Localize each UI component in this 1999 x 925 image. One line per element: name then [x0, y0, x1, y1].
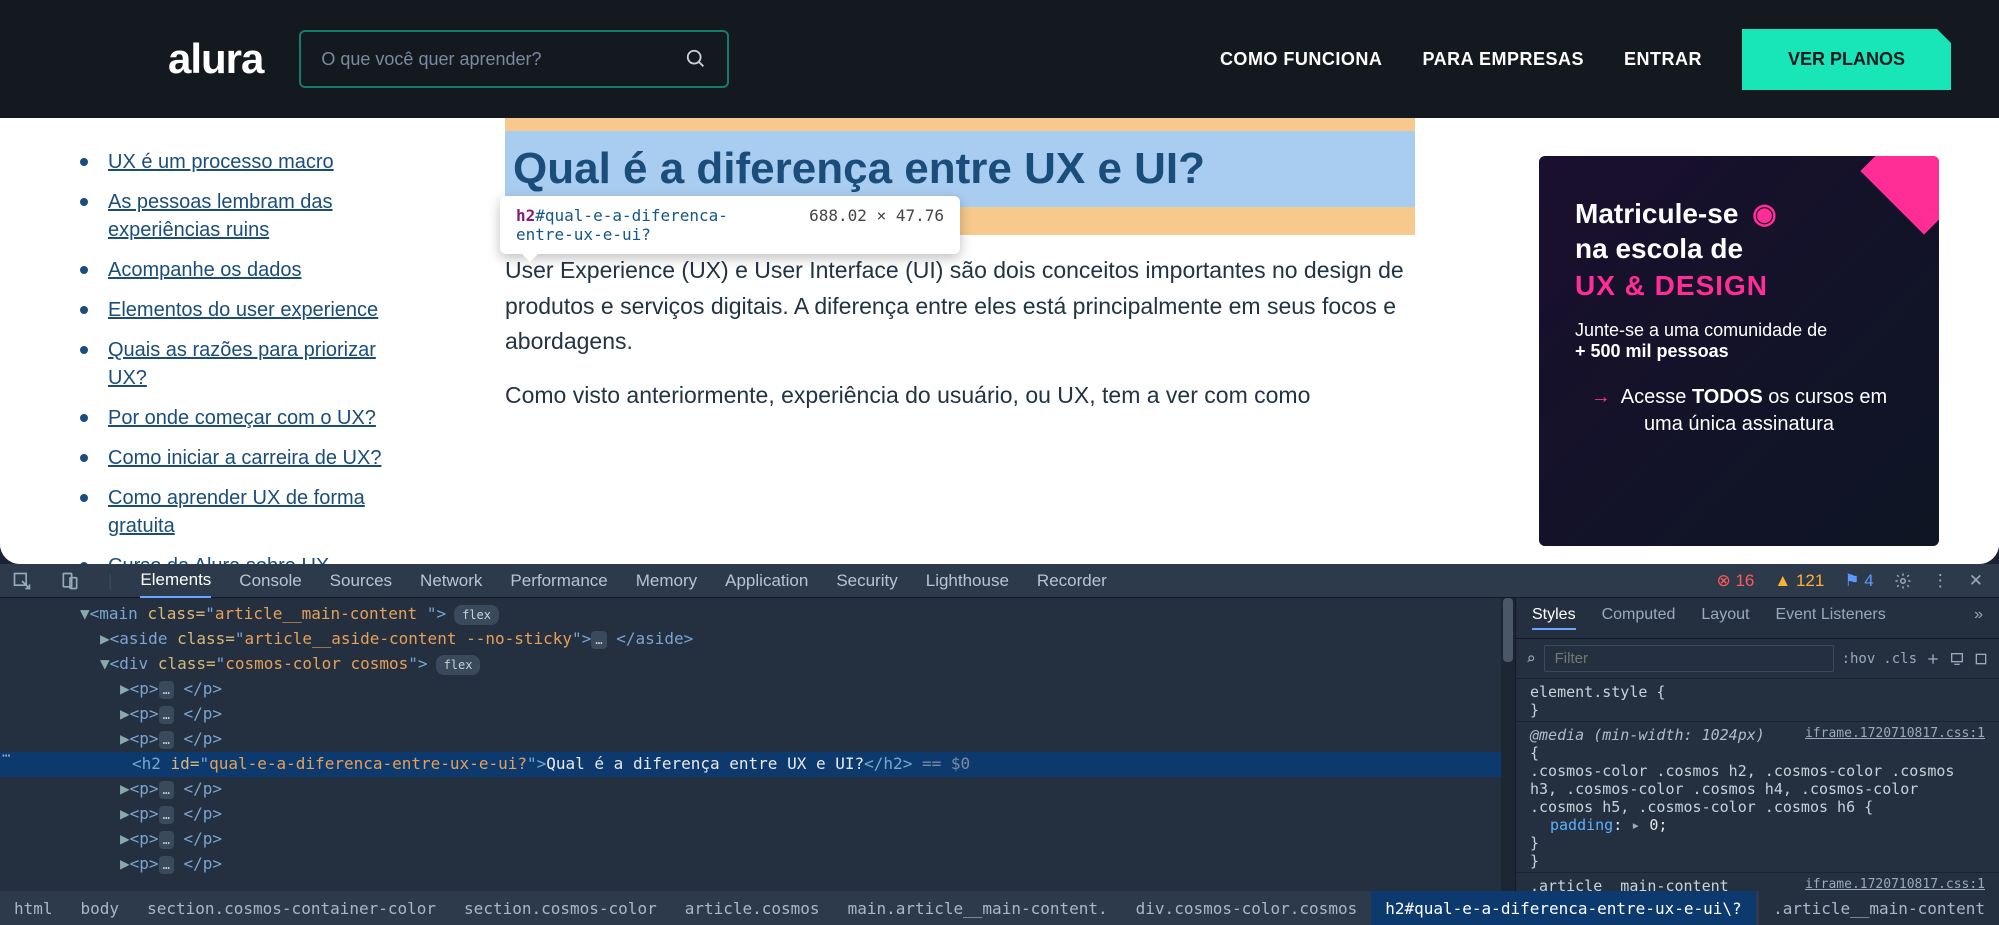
- devtools-tabbar: | Elements Console Sources Network Perfo…: [0, 564, 1999, 598]
- tab-sources[interactable]: Sources: [330, 565, 392, 597]
- inspect-element-icon[interactable]: [12, 571, 32, 591]
- tab-lighthouse[interactable]: Lighthouse: [926, 565, 1009, 597]
- breadcrumb-item[interactable]: article.cosmos: [671, 891, 834, 925]
- nav-entrar[interactable]: ENTRAR: [1624, 49, 1702, 70]
- scrollbar[interactable]: [1501, 598, 1515, 898]
- breadcrumb-item-selected[interactable]: h2#qual-e-a-diferenca-entre-ux-e-ui\?: [1371, 891, 1755, 925]
- tab-network[interactable]: Network: [420, 565, 482, 597]
- toc-item[interactable]: Por onde começar com o UX?: [80, 404, 415, 432]
- tab-computed[interactable]: Computed: [1602, 606, 1676, 630]
- tab-application[interactable]: Application: [725, 565, 808, 597]
- toc-item[interactable]: Como iniciar a carreira de UX?: [80, 444, 415, 472]
- tab-layout[interactable]: Layout: [1701, 606, 1749, 630]
- hov-toggle[interactable]: :hov: [1842, 651, 1876, 667]
- promo-line: na escola de: [1575, 231, 1903, 266]
- breadcrumb-item[interactable]: div.cosmos-color.cosmos: [1122, 891, 1372, 925]
- logo[interactable]: alura: [168, 35, 263, 83]
- scrollbar-thumb[interactable]: [1503, 598, 1513, 662]
- breadcrumb-item[interactable]: main.article__main-content.: [834, 891, 1122, 925]
- breadcrumb-item[interactable]: body: [67, 891, 134, 925]
- toc-item[interactable]: Acompanhe os dados: [80, 256, 415, 284]
- flex-badge[interactable]: flex: [454, 605, 499, 625]
- kebab-menu-icon[interactable]: ⋮: [1932, 571, 1949, 591]
- toc-item[interactable]: As pessoas lembram das experiências ruin…: [80, 188, 415, 244]
- promo-line: Matricule-se ◉: [1575, 196, 1903, 231]
- tab-console[interactable]: Console: [239, 565, 301, 597]
- tooltip-dimensions: 688.02 × 47.76: [809, 206, 944, 225]
- ver-planos-button[interactable]: VER PLANOS: [1742, 29, 1951, 90]
- toc-item[interactable]: Como aprender UX de forma gratuita: [80, 484, 415, 540]
- tab-styles[interactable]: Styles: [1532, 606, 1576, 630]
- promo-card[interactable]: Matricule-se ◉ na escola de UX & DESIGN …: [1539, 156, 1939, 546]
- table-of-contents: UX é um processo macro As pessoas lembra…: [0, 118, 445, 564]
- primary-nav: COMO FUNCIONA PARA EMPRESAS ENTRAR VER P…: [1220, 29, 1951, 90]
- article-paragraph: Como visto anteriormente, experiência do…: [505, 378, 1415, 414]
- tab-performance[interactable]: Performance: [510, 565, 607, 597]
- css-source-link[interactable]: iframe.1720710817.css:1: [1805, 877, 1985, 892]
- warnings-badge[interactable]: ▲ 121: [1774, 571, 1824, 591]
- device-icon[interactable]: [1949, 651, 1965, 667]
- selected-dom-node[interactable]: <h2 id="qual-e-a-diferenca-entre-ux-e-ui…: [0, 752, 1515, 777]
- nav-como-funciona[interactable]: COMO FUNCIONA: [1220, 49, 1383, 70]
- breadcrumb-item[interactable]: html: [0, 891, 67, 925]
- tab-security[interactable]: Security: [836, 565, 897, 597]
- promo-line: →Acesse TODOS os cursos em uma única ass…: [1575, 384, 1903, 438]
- toc-item[interactable]: Elementos do user experience: [80, 296, 415, 324]
- styles-filter-input[interactable]: [1544, 645, 1834, 672]
- search-input[interactable]: O que você quer aprender?: [299, 30, 729, 88]
- more-tabs-icon[interactable]: »: [1974, 606, 1983, 630]
- css-rule[interactable]: @media (min-width: 1024px)iframe.1720710…: [1516, 722, 1999, 873]
- search-icon: [685, 48, 707, 70]
- errors-badge[interactable]: ⊗ 16: [1716, 571, 1754, 591]
- breadcrumb-item[interactable]: section.cosmos-color: [450, 891, 671, 925]
- elements-tree[interactable]: ▼<main class="article__main-content ">fl…: [0, 598, 1515, 898]
- box-icon[interactable]: [1973, 651, 1989, 667]
- flex-badge[interactable]: flex: [436, 655, 481, 675]
- tab-elements[interactable]: Elements: [140, 564, 211, 598]
- eye-icon: ◉: [1752, 196, 1776, 231]
- tab-event-listeners[interactable]: Event Listeners: [1775, 606, 1885, 630]
- promo-line: Junte-se a uma comunidade de+ 500 mil pe…: [1575, 320, 1903, 362]
- search-placeholder: O que você quer aprender?: [321, 49, 685, 70]
- element-inspect-tooltip: h2#qual-e-a-diferenca-entre-ux-e-ui? 688…: [500, 196, 960, 254]
- css-rule[interactable]: element.style { }: [1516, 679, 1999, 722]
- device-toolbar-icon[interactable]: [60, 571, 80, 591]
- issues-badge[interactable]: ⚑ 4: [1844, 571, 1873, 591]
- arrow-right-icon: →: [1591, 386, 1611, 408]
- breadcrumb-item[interactable]: section.cosmos-container-color: [133, 891, 450, 925]
- article-body: Isso envolve a experiência de produto, a…: [445, 118, 1455, 564]
- article-paragraph: User Experience (UX) e User Interface (U…: [505, 253, 1415, 360]
- gear-icon[interactable]: [1894, 572, 1912, 590]
- dom-breadcrumb: html body section.cosmos-container-color…: [0, 891, 1999, 925]
- promo-line: UX & DESIGN: [1575, 270, 1903, 302]
- tab-memory[interactable]: Memory: [636, 565, 697, 597]
- toc-item[interactable]: Curso da Alura sobre UX: [80, 552, 415, 564]
- styles-panel: Styles Computed Layout Event Listeners »…: [1515, 598, 1999, 898]
- filter-icon: ⌕: [1526, 649, 1536, 668]
- toc-item[interactable]: Quais as razões para priorizar UX?: [80, 336, 415, 392]
- breadcrumb-overflow[interactable]: .article__main-content: [1759, 891, 1999, 925]
- devtools-panel: | Elements Console Sources Network Perfo…: [0, 564, 1999, 925]
- site-header: alura O que você quer aprender? COMO FUN…: [0, 0, 1999, 118]
- tab-recorder[interactable]: Recorder: [1037, 565, 1107, 597]
- tree-ellipsis-icon: ⋯: [2, 748, 10, 764]
- nav-para-empresas[interactable]: PARA EMPRESAS: [1422, 49, 1584, 70]
- css-source-link[interactable]: iframe.1720710817.css:1: [1805, 726, 1985, 741]
- new-rule-icon[interactable]: [1925, 651, 1941, 667]
- page-viewport: alura O que você quer aprender? COMO FUN…: [0, 0, 1999, 564]
- styles-tabs: Styles Computed Layout Event Listeners »: [1516, 598, 1999, 639]
- close-icon[interactable]: ✕: [1969, 571, 1983, 591]
- cls-toggle[interactable]: .cls: [1883, 651, 1917, 667]
- tooltip-id: #qual-e-a-diferenca-entre-ux-e-ui?: [516, 206, 728, 244]
- devtools-status: ⊗ 16 ▲ 121 ⚑ 4 ⋮ ✕: [1716, 571, 1999, 591]
- toc-item[interactable]: UX é um processo macro: [80, 148, 415, 176]
- tooltip-tag: h2: [516, 206, 535, 225]
- styles-filter-bar: ⌕ :hov .cls: [1516, 639, 1999, 679]
